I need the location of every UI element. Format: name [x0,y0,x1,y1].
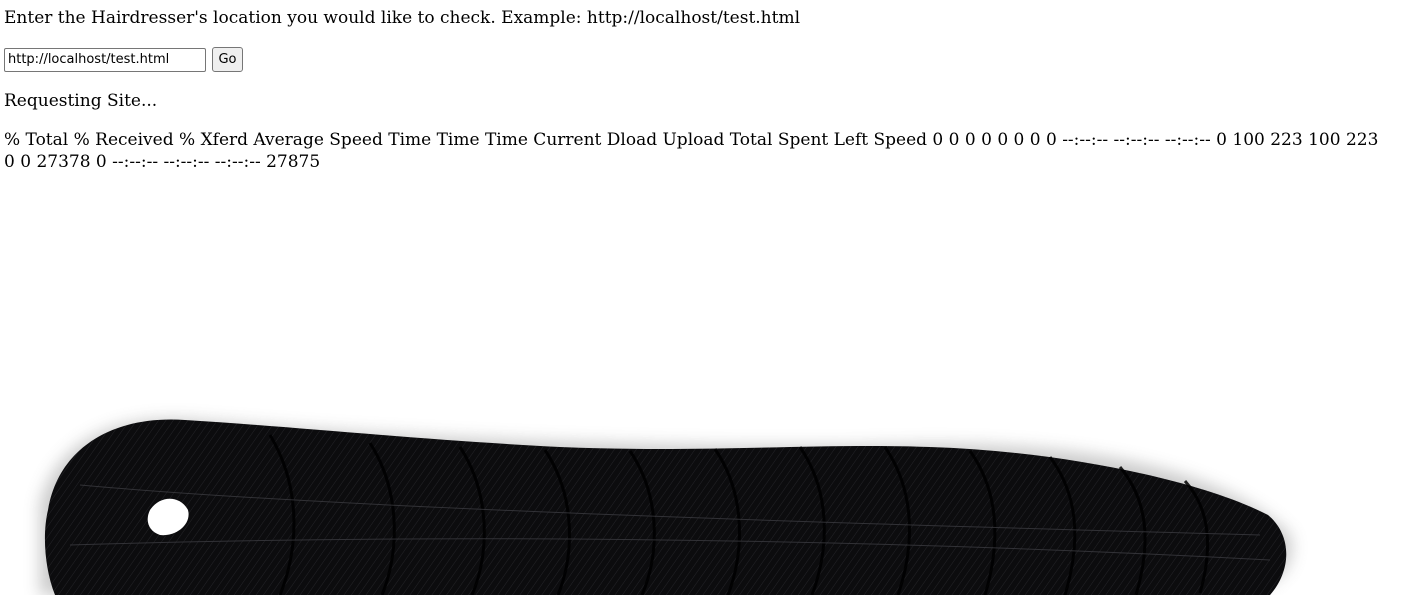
curl-output: % Total % Received % Xferd Average Speed… [4,130,1379,172]
status-text: Requesting Site... [4,91,158,111]
prompt-text: Enter the Hairdresser's location you wou… [4,8,801,28]
url-form: Go [4,47,243,72]
url-input[interactable] [4,47,206,72]
go-button[interactable]: Go [212,47,243,72]
hair-braid-image [40,419,1292,595]
